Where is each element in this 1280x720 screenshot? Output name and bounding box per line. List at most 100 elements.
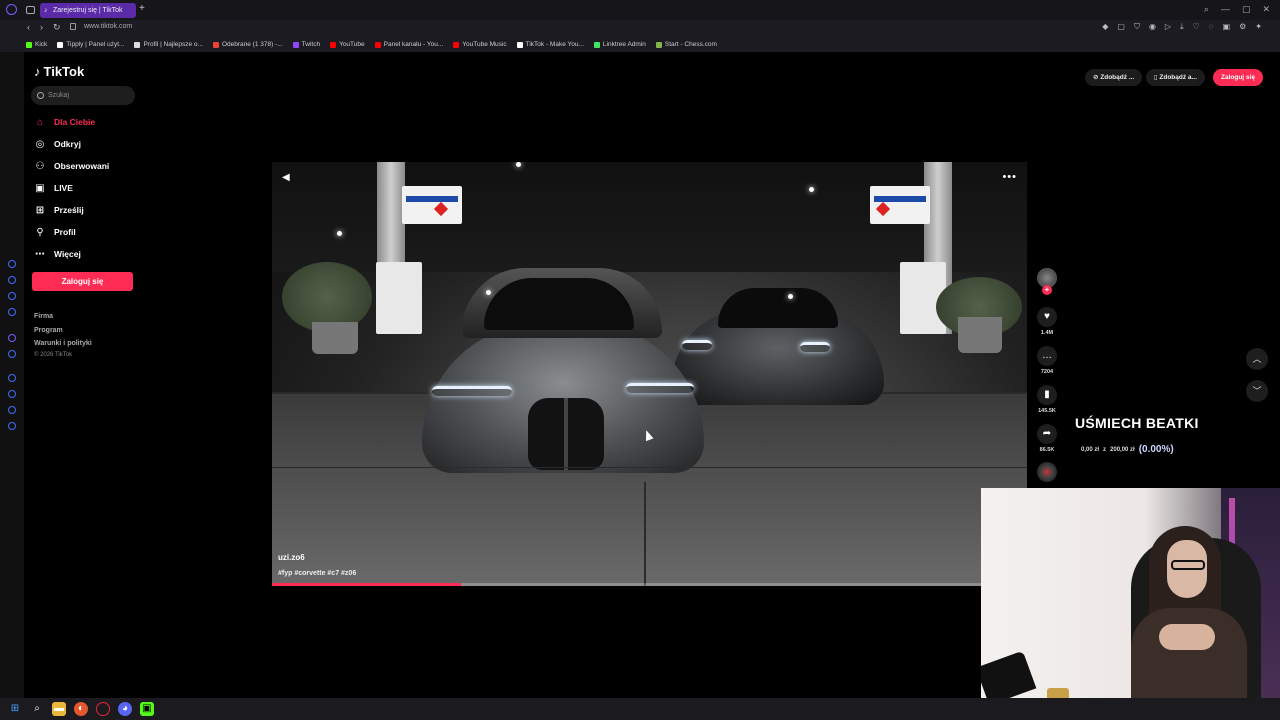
sidebar-item-obserwowani[interactable]: ⚇ Obserwowani — [34, 160, 110, 172]
maximize-icon[interactable]: ▢ — [1242, 4, 1251, 15]
chat-icon[interactable]: ◌ — [1209, 22, 1214, 32]
heart-icon[interactable]: ♡ — [1193, 22, 1200, 32]
bookmark-item[interactable]: Start - Chess.com — [655, 41, 717, 48]
music-disc-icon[interactable] — [1037, 462, 1057, 482]
bookmark-item[interactable]: Panel kanału - You... — [374, 41, 443, 48]
sidebar-app-icon[interactable] — [8, 374, 16, 382]
extension-icon[interactable]: ◆ — [1102, 22, 1108, 32]
new-tab-icon[interactable]: + — [139, 3, 145, 14]
sidebar-item-więcej[interactable]: ⋯ Więcej — [34, 248, 81, 260]
sidebar-app-icon[interactable] — [8, 422, 16, 430]
sidebar-item-dla-ciebie[interactable]: ⌂ Dla Ciebie — [34, 116, 95, 128]
bookmarks-bar: Kick Tipply | Panel użyt... Profil | Najle… — [0, 38, 1280, 51]
drink-can — [1047, 688, 1069, 698]
video-caption[interactable]: #fyp #corvette #c7 #z06 — [278, 570, 356, 577]
sidebar-app-icon[interactable] — [8, 350, 16, 358]
header-login-button[interactable]: Zaloguj się — [1213, 69, 1263, 86]
headlight — [626, 383, 694, 393]
get-app-button[interactable]: ▯ Zdobądź a... — [1146, 69, 1205, 86]
bookmark-item[interactable]: Kick — [26, 41, 47, 48]
footer-link-company[interactable]: Firma — [34, 313, 53, 320]
camera-icon[interactable]: ◉ — [1149, 22, 1156, 32]
sidebar-app-icon[interactable] — [8, 308, 16, 316]
bookmark-item[interactable]: YouTube Music — [453, 41, 507, 48]
minimize-icon[interactable]: — — [1221, 4, 1230, 15]
bookmark-favicon-icon — [655, 41, 662, 48]
video-author[interactable]: uzi.zo6 — [278, 553, 305, 562]
reload-icon[interactable]: ↻ — [53, 22, 61, 33]
tab-tiktok[interactable]: ♪ Zarejestruj się | TikTok — [40, 3, 136, 18]
discord-icon[interactable]: ◕ — [118, 702, 132, 716]
browser-sidebar-strip — [0, 52, 24, 698]
close-icon[interactable]: ✕ — [1262, 4, 1270, 15]
browser-logo-icon[interactable] — [6, 4, 17, 15]
sidebar-app-icon[interactable] — [8, 334, 16, 342]
previous-video-button[interactable]: ︿ — [1246, 348, 1268, 370]
next-video-button[interactable]: ﹀ — [1246, 380, 1268, 402]
search-placeholder: Szukaj — [48, 92, 70, 99]
like-action[interactable]: ♥ 1.4M — [1033, 307, 1061, 336]
sidebar-app-icon[interactable] — [8, 390, 16, 398]
sidebar-app-icon[interactable] — [8, 292, 16, 300]
streamer-body — [1131, 608, 1247, 698]
address-bar[interactable]: www.tiktok.com — [84, 23, 132, 30]
sidebar-item-odkryj[interactable]: ◎ Odkryj — [34, 138, 81, 150]
bookmark-item[interactable]: Tipply | Panel użyt... — [57, 41, 124, 48]
bookmark-favicon-icon — [593, 41, 600, 48]
bookmark-favicon-icon — [453, 41, 460, 48]
firefox-icon[interactable]: ◐ — [74, 702, 88, 716]
footer-link-program[interactable]: Program — [34, 327, 63, 334]
save-action[interactable]: ▮ 145.5K — [1033, 385, 1061, 414]
webcam-feed — [981, 488, 1280, 698]
sidebar-app-icon[interactable] — [8, 276, 16, 284]
bookmark-item[interactable]: Linktree Admin — [593, 41, 646, 48]
shield-icon[interactable]: ⛉ — [1134, 22, 1140, 32]
opera-icon[interactable] — [96, 702, 110, 716]
search-input[interactable]: Szukaj — [31, 86, 135, 105]
search-icon[interactable]: ⌕ — [1204, 4, 1209, 15]
file-explorer-icon[interactable]: ▬ — [52, 702, 66, 716]
tiktok-note-icon: ♪ — [34, 64, 41, 79]
sidebar-item-profil[interactable]: ⚲ Profil — [34, 226, 75, 238]
windows-start-icon[interactable]: ⊞ — [8, 702, 22, 716]
follow-plus-icon[interactable]: + — [1042, 285, 1052, 295]
footer-link-terms[interactable]: Warunki i polityki — [34, 340, 92, 347]
forward-icon[interactable]: › — [40, 22, 43, 32]
download-icon[interactable]: ⤓ — [1180, 22, 1184, 32]
bookmark-item[interactable]: Profil | Najlepsze o... — [134, 41, 203, 48]
volume-icon[interactable]: ◀ — [282, 172, 290, 183]
sidebar-app-icon[interactable] — [8, 260, 16, 268]
back-icon[interactable]: ‹ — [27, 22, 30, 32]
pump-sign-right — [870, 186, 930, 224]
settings-icon[interactable]: ⚙ — [1239, 22, 1246, 32]
bookmark-item[interactable]: YouTube — [330, 41, 365, 48]
video-player[interactable]: ◀ ••• uzi.zo6 #fyp #corvette #c7 #z06 — [272, 162, 1027, 586]
taskbar: ⊞ ⌕ ▬ ◐ ◕ ▣ — [0, 698, 1280, 720]
sidebar-item-live[interactable]: ▣ LIVE — [34, 182, 73, 194]
video-progress-bar[interactable] — [272, 583, 1027, 586]
ai-icon[interactable]: ✦ — [1255, 22, 1262, 32]
share-action[interactable]: ➦ 86.5K — [1033, 424, 1061, 453]
bookmark-icon[interactable]: ▢ — [1117, 22, 1125, 32]
lock-icon[interactable] — [70, 23, 76, 30]
fuel-pump-left — [376, 262, 422, 334]
get-app-label: Zdobądź a... — [1159, 74, 1197, 81]
sidebar-login-button[interactable]: Zaloguj się — [32, 272, 133, 291]
sidebar-item-label: Dla Ciebie — [54, 117, 96, 127]
comment-action[interactable]: … 7204 — [1033, 346, 1061, 375]
wallet-icon[interactable]: ▣ — [1223, 22, 1231, 32]
streaming-app-icon[interactable]: ▣ — [140, 702, 154, 716]
sidebar-app-icon[interactable] — [8, 406, 16, 414]
get-coins-button[interactable]: ⊘ Zdobądź ... — [1085, 69, 1143, 86]
play-icon[interactable]: ▷ — [1165, 22, 1171, 32]
bookmark-item[interactable]: TikTok - Make You... — [516, 41, 584, 48]
tiktok-logo[interactable]: ♪ TikTok — [34, 64, 84, 79]
ground-crack — [644, 482, 646, 586]
bookmark-item[interactable]: Odebrane (1 378) -... — [212, 41, 283, 48]
more-options-icon[interactable]: ••• — [1002, 171, 1017, 183]
tab-panel-icon[interactable] — [26, 6, 35, 14]
sidebar-item-prześlij[interactable]: ⊞ Prześlij — [34, 204, 84, 216]
search-icon[interactable]: ⌕ — [30, 702, 44, 716]
bookmark-item[interactable]: Twitch — [292, 41, 320, 48]
like-count: 1.4M — [1040, 330, 1054, 336]
